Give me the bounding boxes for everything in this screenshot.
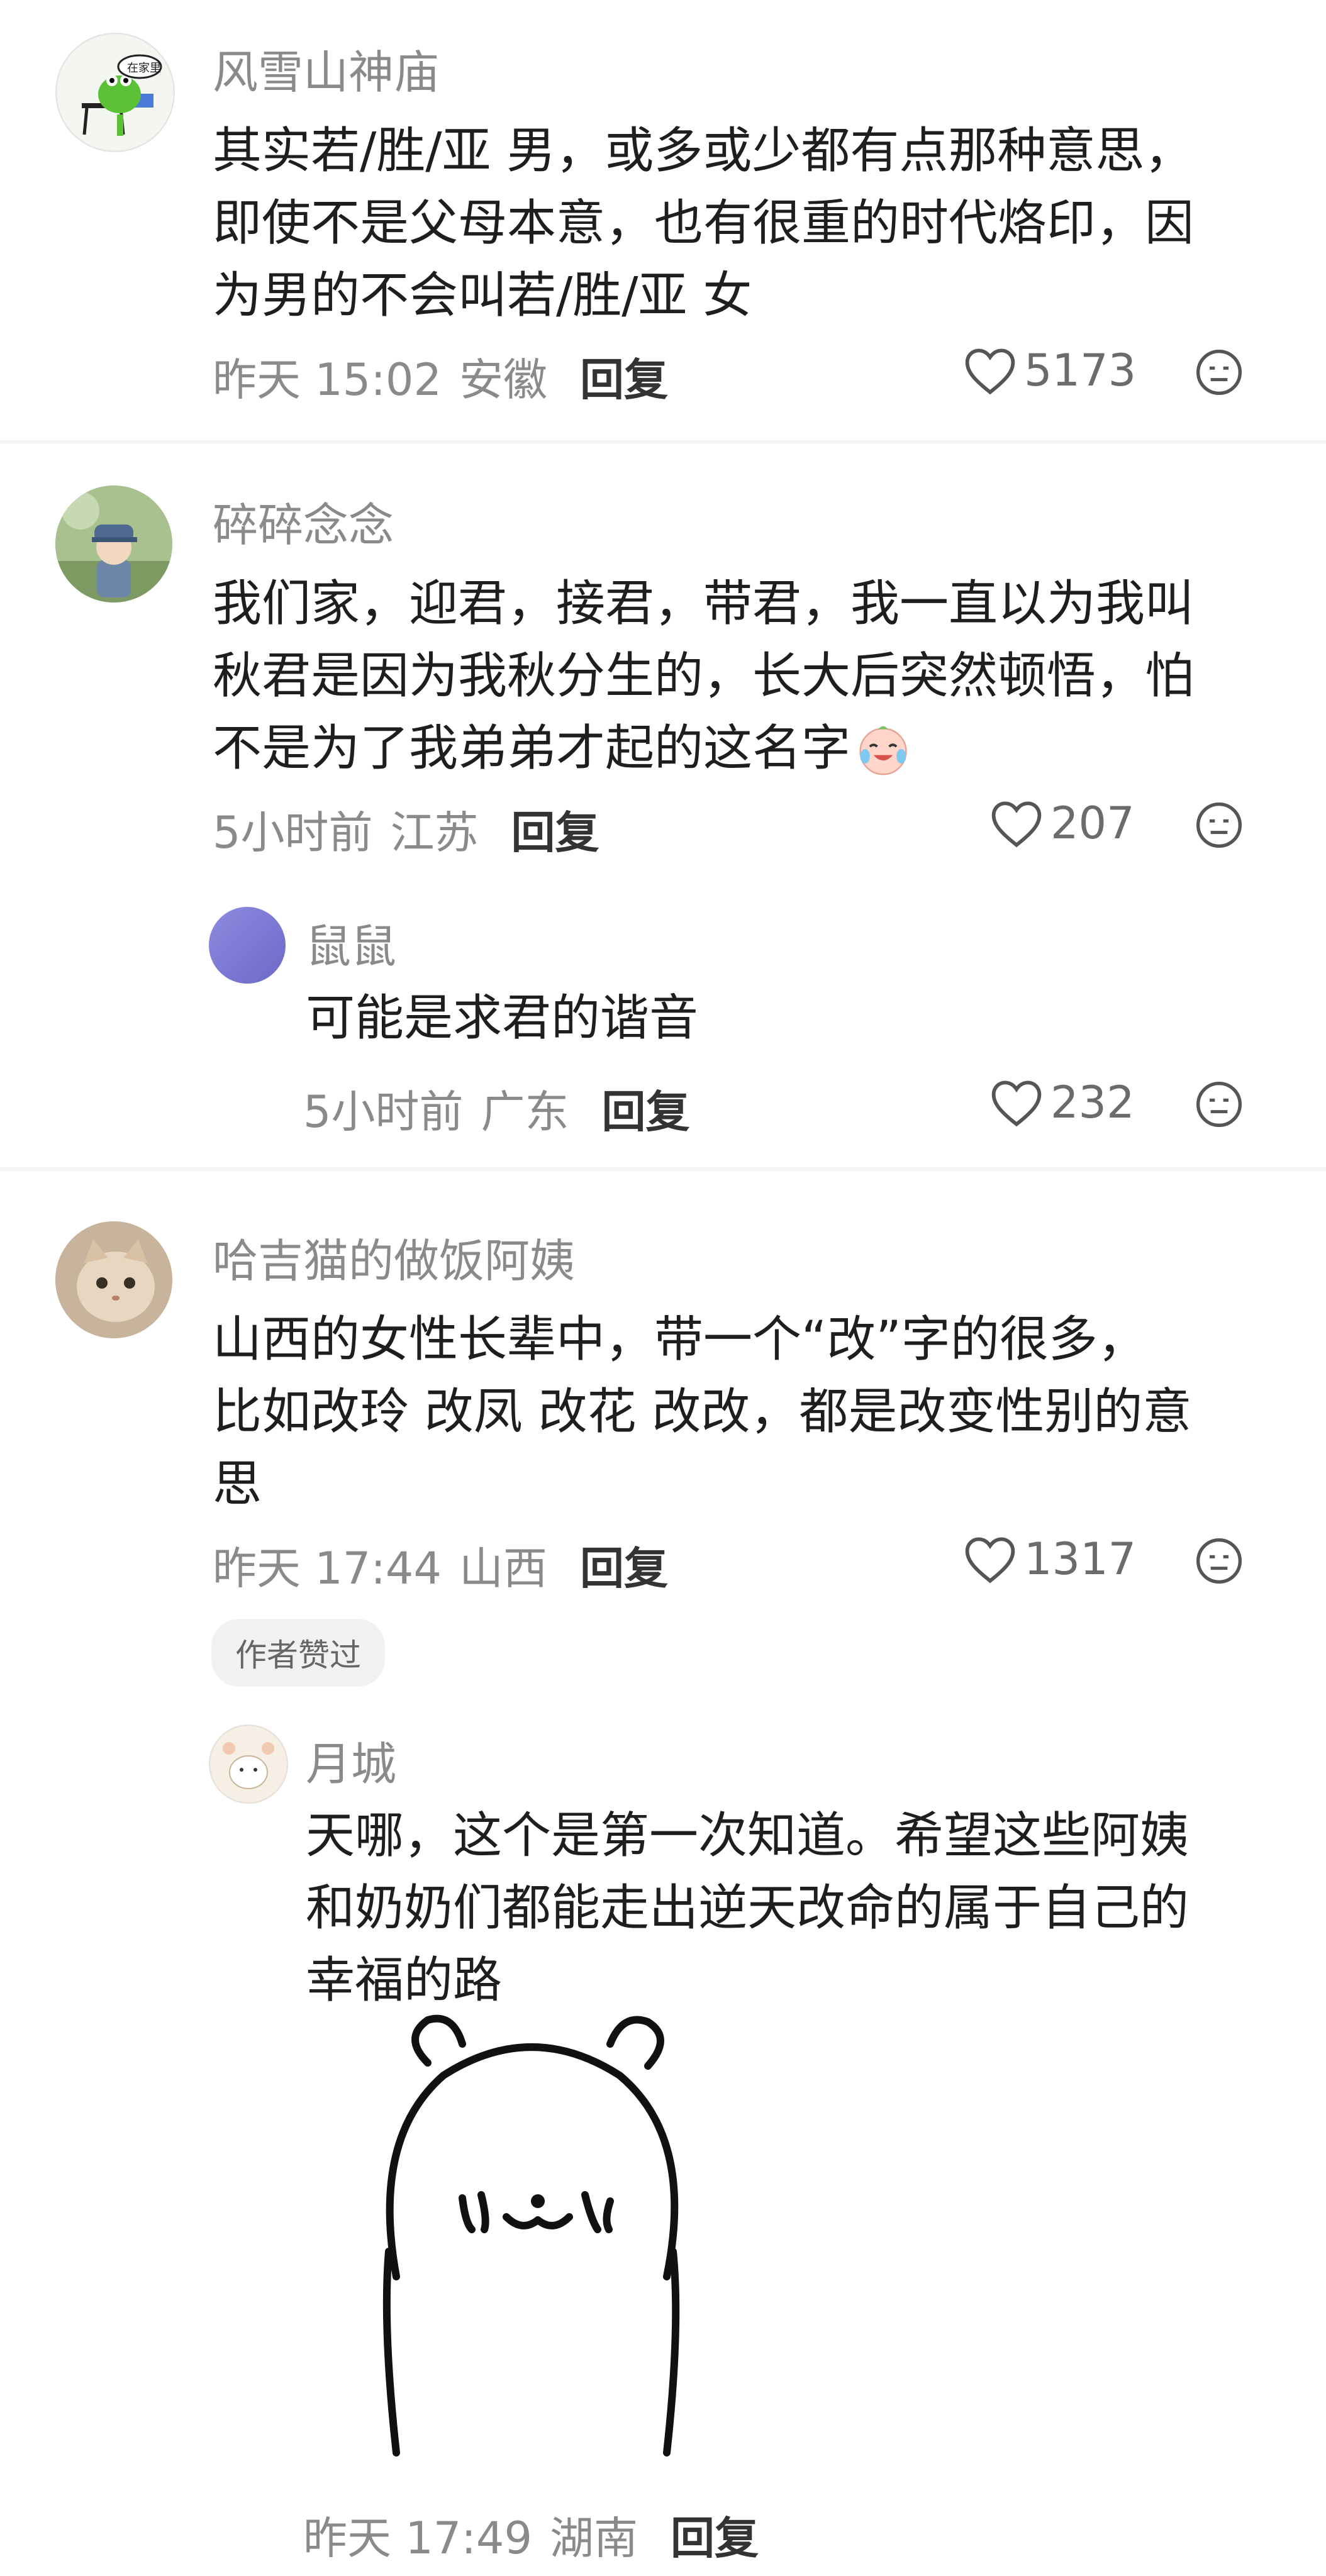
reply-location: 广东	[481, 1086, 569, 1138]
comment-time: 昨天 15:02	[213, 354, 442, 406]
comment-username[interactable]: 风雪山神庙	[213, 35, 439, 101]
reply-username[interactable]: 月城	[306, 1727, 396, 1793]
reply-text-line: 天哪，这个是第一次知道。希望这些阿姨	[306, 1807, 1190, 1864]
like-button[interactable]: 1317	[962, 1533, 1136, 1585]
comment-text-line: 秋君是因为我秋分生的，长大后突然顿悟，怕	[213, 648, 1195, 704]
emoji-reaction-icon[interactable]	[1194, 1079, 1244, 1130]
like-button[interactable]: 207	[989, 797, 1135, 849]
heart-icon	[965, 348, 1015, 395]
avatar[interactable]	[209, 1724, 288, 1804]
crying-laughing-emoji-icon	[859, 726, 907, 775]
reply-text: 可能是求君的谐音	[306, 982, 698, 1055]
comment-meta: 昨天 15:02 安徽 回复	[213, 345, 668, 408]
comment-text-line: 不是为了我弟弟才起的这名字	[213, 720, 851, 777]
frog-at-desk-avatar-icon	[57, 35, 173, 150]
heart-icon	[965, 1537, 1015, 1584]
reply-text-line: 幸福的路	[306, 1952, 503, 2009]
like-count: 1317	[1024, 1533, 1137, 1585]
heart-icon	[991, 801, 1042, 848]
avatar[interactable]	[55, 1221, 172, 1338]
comment-text: 其实若/胜/亚 男，或多或少都有点那种意思， 即使不是父母本意，也有很重的时代烙…	[213, 115, 1194, 332]
comment-location: 山西	[459, 1543, 547, 1594]
comment-text-line: 山西的女性长辈中，带一个“改”字的很多，	[213, 1311, 1147, 1368]
reply-meta: 昨天 17:49 湖南 回复	[303, 2503, 759, 2567]
avatar-sign-text: 在家里	[127, 62, 161, 75]
cat-photo-avatar-icon	[55, 1221, 172, 1338]
bear-sticker-icon	[382, 2014, 680, 2457]
comment-text-line: 其实若/胜/亚 男，或多或少都有点那种意思，	[213, 123, 1194, 179]
bear-sticker-image[interactable]	[333, 2012, 730, 2478]
like-count: 232	[1050, 1077, 1135, 1128]
avatar[interactable]	[209, 907, 286, 984]
reply-button[interactable]: 回复	[580, 1533, 668, 1597]
reply-button[interactable]: 回复	[602, 1077, 690, 1140]
reply-meta: 5小时前 广东 回复	[303, 1077, 690, 1140]
comment-location: 安徽	[459, 354, 547, 406]
heart-icon	[991, 1080, 1042, 1127]
reply-text: 天哪，这个是第一次知道。希望这些阿姨 和奶奶们都能走出逆天改命的属于自己的 幸福…	[306, 1800, 1189, 2017]
comment-divider	[0, 1167, 1326, 1171]
comment-divider	[0, 440, 1326, 444]
cartoon-avatar-icon	[211, 1726, 286, 1802]
avatar[interactable]	[55, 486, 172, 602]
comment-meta: 昨天 17:44 山西 回复	[213, 1533, 668, 1597]
comment-text: 山西的女性长辈中，带一个“改”字的很多， 比如改玲 改凤 改花 改改，都是改变性…	[213, 1304, 1191, 1521]
reply-username[interactable]: 鼠鼠	[306, 909, 396, 975]
comment-text-line: 思	[213, 1456, 262, 1513]
comment-text-line: 即使不是父母本意，也有很重的时代烙印，因	[213, 195, 1195, 252]
emoji-reaction-icon[interactable]	[1194, 800, 1244, 850]
comment-text-line: 我们家，迎君，接君，带君，我一直以为我叫	[213, 575, 1195, 632]
like-button[interactable]: 232	[989, 1077, 1135, 1128]
like-count: 207	[1050, 797, 1135, 849]
reply-button[interactable]: 回复	[580, 345, 668, 408]
comment-time: 5小时前	[213, 807, 373, 858]
reply-time: 昨天 17:49	[303, 2512, 532, 2564]
comment-text-line: 比如改玲 改凤 改花 改改，都是改变性别的意	[213, 1384, 1192, 1440]
comment-meta: 5小时前 江苏 回复	[213, 797, 599, 861]
reply-text-line: 和奶奶们都能走出逆天改命的属于自己的	[306, 1880, 1190, 1936]
comment-text-line: 为男的不会叫若/胜/亚 女	[213, 267, 752, 324]
avatar[interactable]: 在家里	[55, 33, 175, 152]
boy-photo-avatar-icon	[55, 486, 172, 602]
comment-location: 江苏	[390, 807, 479, 858]
reply-location: 湖南	[549, 2512, 638, 2564]
emoji-reaction-icon[interactable]	[1194, 1536, 1244, 1586]
reply-button[interactable]: 回复	[511, 797, 599, 861]
reply-button[interactable]: 回复	[671, 2503, 759, 2567]
like-count: 5173	[1024, 345, 1137, 396]
comment-text: 我们家，迎君，接君，带君，我一直以为我叫 秋君是因为我秋分生的，长大后突然顿悟，…	[213, 568, 1194, 785]
reply-time: 5小时前	[303, 1086, 464, 1138]
comment-time: 昨天 17:44	[213, 1543, 442, 1594]
author-liked-badge: 作者赞过	[211, 1619, 385, 1687]
comment-text-line-wrap: 不是为了我弟弟才起的这名字	[213, 713, 1194, 785]
emoji-reaction-icon[interactable]	[1194, 347, 1244, 397]
comment-username[interactable]: 哈吉猫的做饭阿姨	[213, 1224, 575, 1290]
reply-text-line: 可能是求君的谐音	[306, 990, 699, 1046]
comment-username[interactable]: 碎碎念念	[213, 488, 394, 554]
like-button[interactable]: 5173	[962, 345, 1136, 396]
